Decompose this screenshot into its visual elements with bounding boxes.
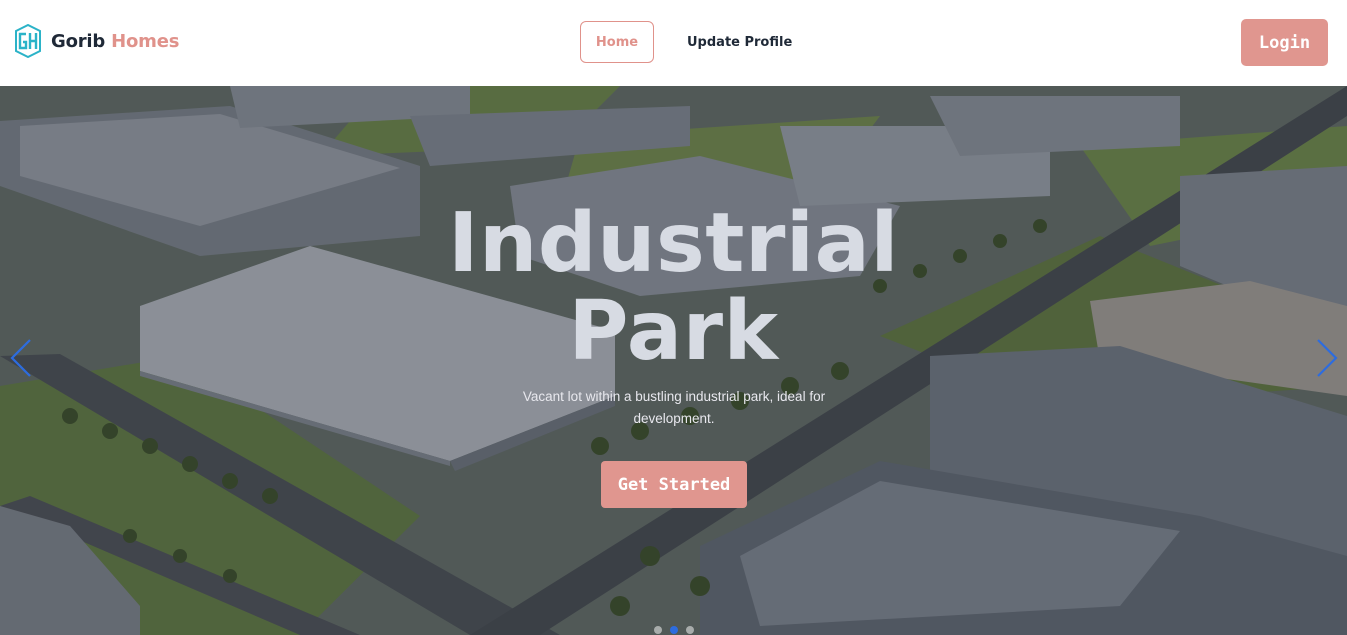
carousel-dot[interactable] (685, 626, 694, 634)
login-button[interactable]: Login (1241, 19, 1328, 66)
chevron-left-icon[interactable] (6, 336, 36, 380)
hero-title: Industrial Park (0, 200, 1347, 376)
gh-logo-icon (15, 24, 41, 58)
get-started-button[interactable]: Get Started (601, 461, 747, 508)
carousel-dot-active[interactable] (669, 626, 678, 634)
brand[interactable]: Gorib Homes (13, 24, 179, 58)
hero-subtitle: Vacant lot within a bustling industrial … (522, 389, 826, 426)
hero-carousel: Industrial Park Vacant lot within a bust… (0, 86, 1347, 635)
nav-home-link[interactable]: Home (580, 21, 654, 63)
brand-name: Gorib Homes (51, 30, 180, 52)
hero-title-line1: Industrial (448, 196, 899, 291)
carousel-dot[interactable] (653, 626, 662, 634)
navbar: Gorib Homes Home Update Profile Login (0, 0, 1347, 86)
main-nav: Home Update Profile (580, 21, 792, 63)
chevron-right-icon[interactable] (1312, 336, 1342, 380)
hero-title-line2: Park (568, 284, 779, 379)
nav-update-profile-link[interactable]: Update Profile (687, 21, 792, 63)
carousel-pagination (0, 626, 1347, 634)
